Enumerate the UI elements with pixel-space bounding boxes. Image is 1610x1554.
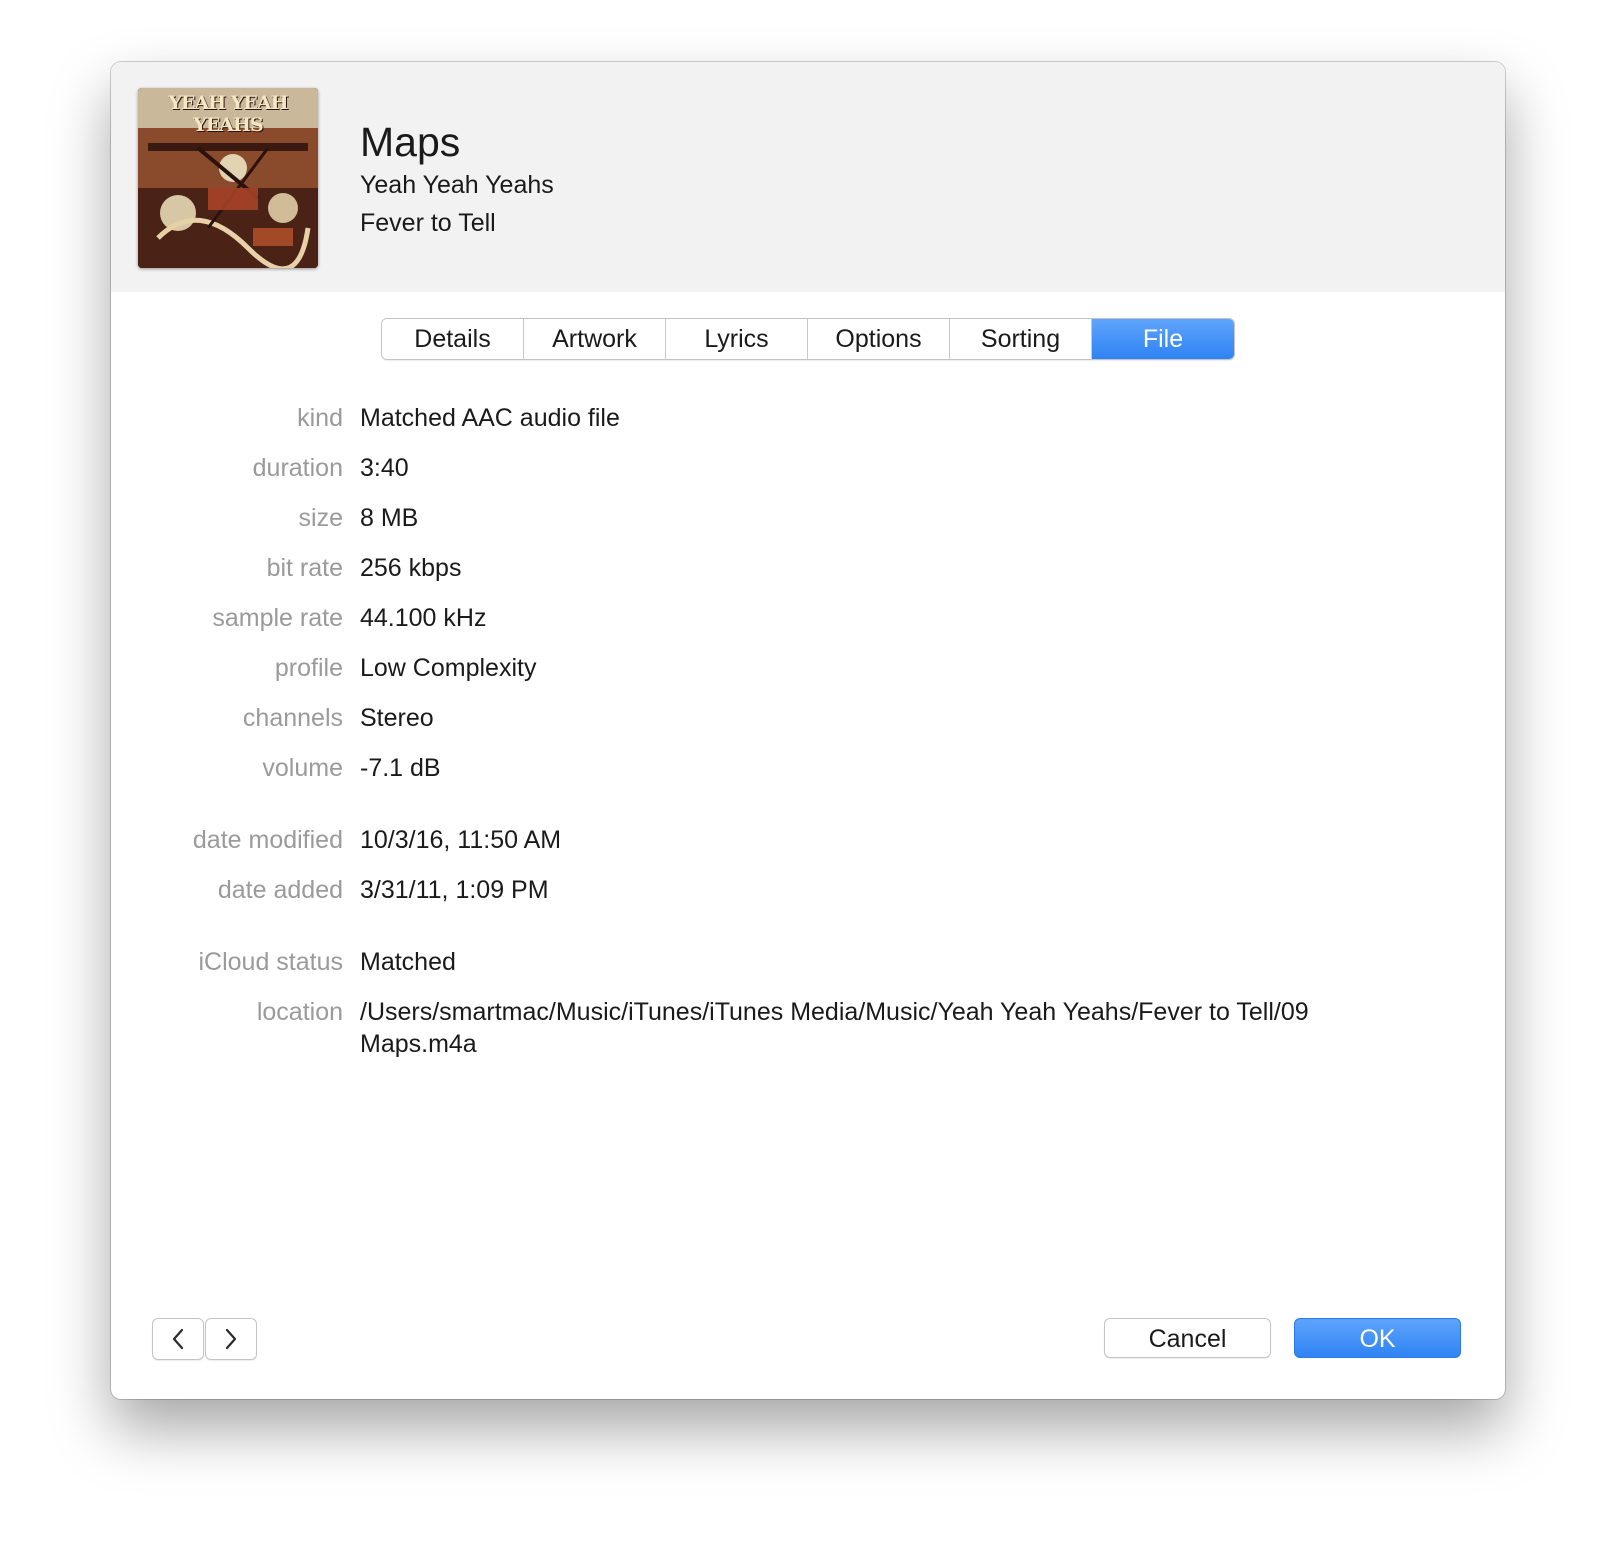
channels-value: Stereo [360,704,434,732]
album-artwork: YEAH YEAH YEAHS [138,88,318,268]
song-title: Maps [360,119,461,165]
info-dialog: YEAH YEAH YEAHS Maps Yeah Yeah Yeahs Fev… [111,62,1505,1399]
date-added-value: 3/31/11, 1:09 PM [360,876,549,904]
sample-rate-label: sample rate [212,604,343,632]
artwork-caption: YEAH YEAH YEAHS [168,92,288,136]
info-row-bit-rate: bit rate 256 kbps [111,552,1505,584]
chevron-left-icon [172,1328,184,1350]
date-added-label: date added [217,876,343,904]
info-row-icloud-status: iCloud status Matched [111,946,1505,978]
tab-options[interactable]: Options [808,319,950,359]
location-label: location [256,998,343,1026]
icloud-status-label: iCloud status [198,948,343,976]
album-name: Fever to Tell [360,209,496,237]
dialog-header: YEAH YEAH YEAHS Maps Yeah Yeah Yeahs Fev… [111,62,1505,292]
ok-button[interactable]: OK [1294,1318,1461,1358]
track-title-block: Maps Yeah Yeah Yeahs Fever to Tell [360,118,554,242]
tab-details[interactable]: Details [382,319,524,359]
kind-label: kind [297,404,343,432]
info-row-location: location /Users/smartmac/Music/iTunes/iT… [111,996,1505,1060]
chevron-right-icon [225,1328,237,1350]
info-row-sample-rate: sample rate 44.100 kHz [111,602,1505,634]
tab-file[interactable]: File [1092,319,1234,359]
info-row-date-modified: date modified 10/3/16, 11:50 AM [111,824,1505,856]
channels-label: channels [242,704,343,732]
profile-label: profile [274,654,343,682]
info-row-duration: duration 3:40 [111,452,1505,484]
volume-value: -7.1 dB [360,754,441,782]
info-row-channels: channels Stereo [111,702,1505,734]
next-track-button[interactable] [205,1318,257,1360]
tab-bar: Details Artwork Lyrics Options Sorting F… [381,318,1235,360]
artist-name: Yeah Yeah Yeahs [360,171,554,199]
tab-artwork[interactable]: Artwork [524,319,666,359]
location-value: /Users/smartmac/Music/iTunes/iTunes Medi… [360,998,1309,1058]
sample-rate-value: 44.100 kHz [360,604,487,632]
size-value: 8 MB [360,504,419,532]
bit-rate-label: bit rate [266,554,343,582]
file-info-panel: kind Matched AAC audio file duration 3:4… [111,402,1505,1078]
cancel-button[interactable]: Cancel [1104,1318,1271,1358]
volume-label: volume [262,754,343,782]
profile-value: Low Complexity [360,654,537,682]
info-row-profile: profile Low Complexity [111,652,1505,684]
duration-label: duration [252,454,343,482]
info-row-volume: volume -7.1 dB [111,752,1505,784]
info-row-kind: kind Matched AAC audio file [111,402,1505,434]
duration-value: 3:40 [360,454,409,482]
kind-value: Matched AAC audio file [360,404,620,432]
previous-track-button[interactable] [152,1318,204,1360]
bit-rate-value: 256 kbps [360,554,462,582]
track-navigation [152,1318,257,1360]
size-label: size [298,504,343,532]
date-modified-value: 10/3/16, 11:50 AM [360,826,562,854]
date-modified-label: date modified [192,826,343,854]
info-row-size: size 8 MB [111,502,1505,534]
tab-sorting[interactable]: Sorting [950,319,1092,359]
icloud-status-value: Matched [360,948,456,976]
info-row-date-added: date added 3/31/11, 1:09 PM [111,874,1505,906]
tab-lyrics[interactable]: Lyrics [666,319,808,359]
